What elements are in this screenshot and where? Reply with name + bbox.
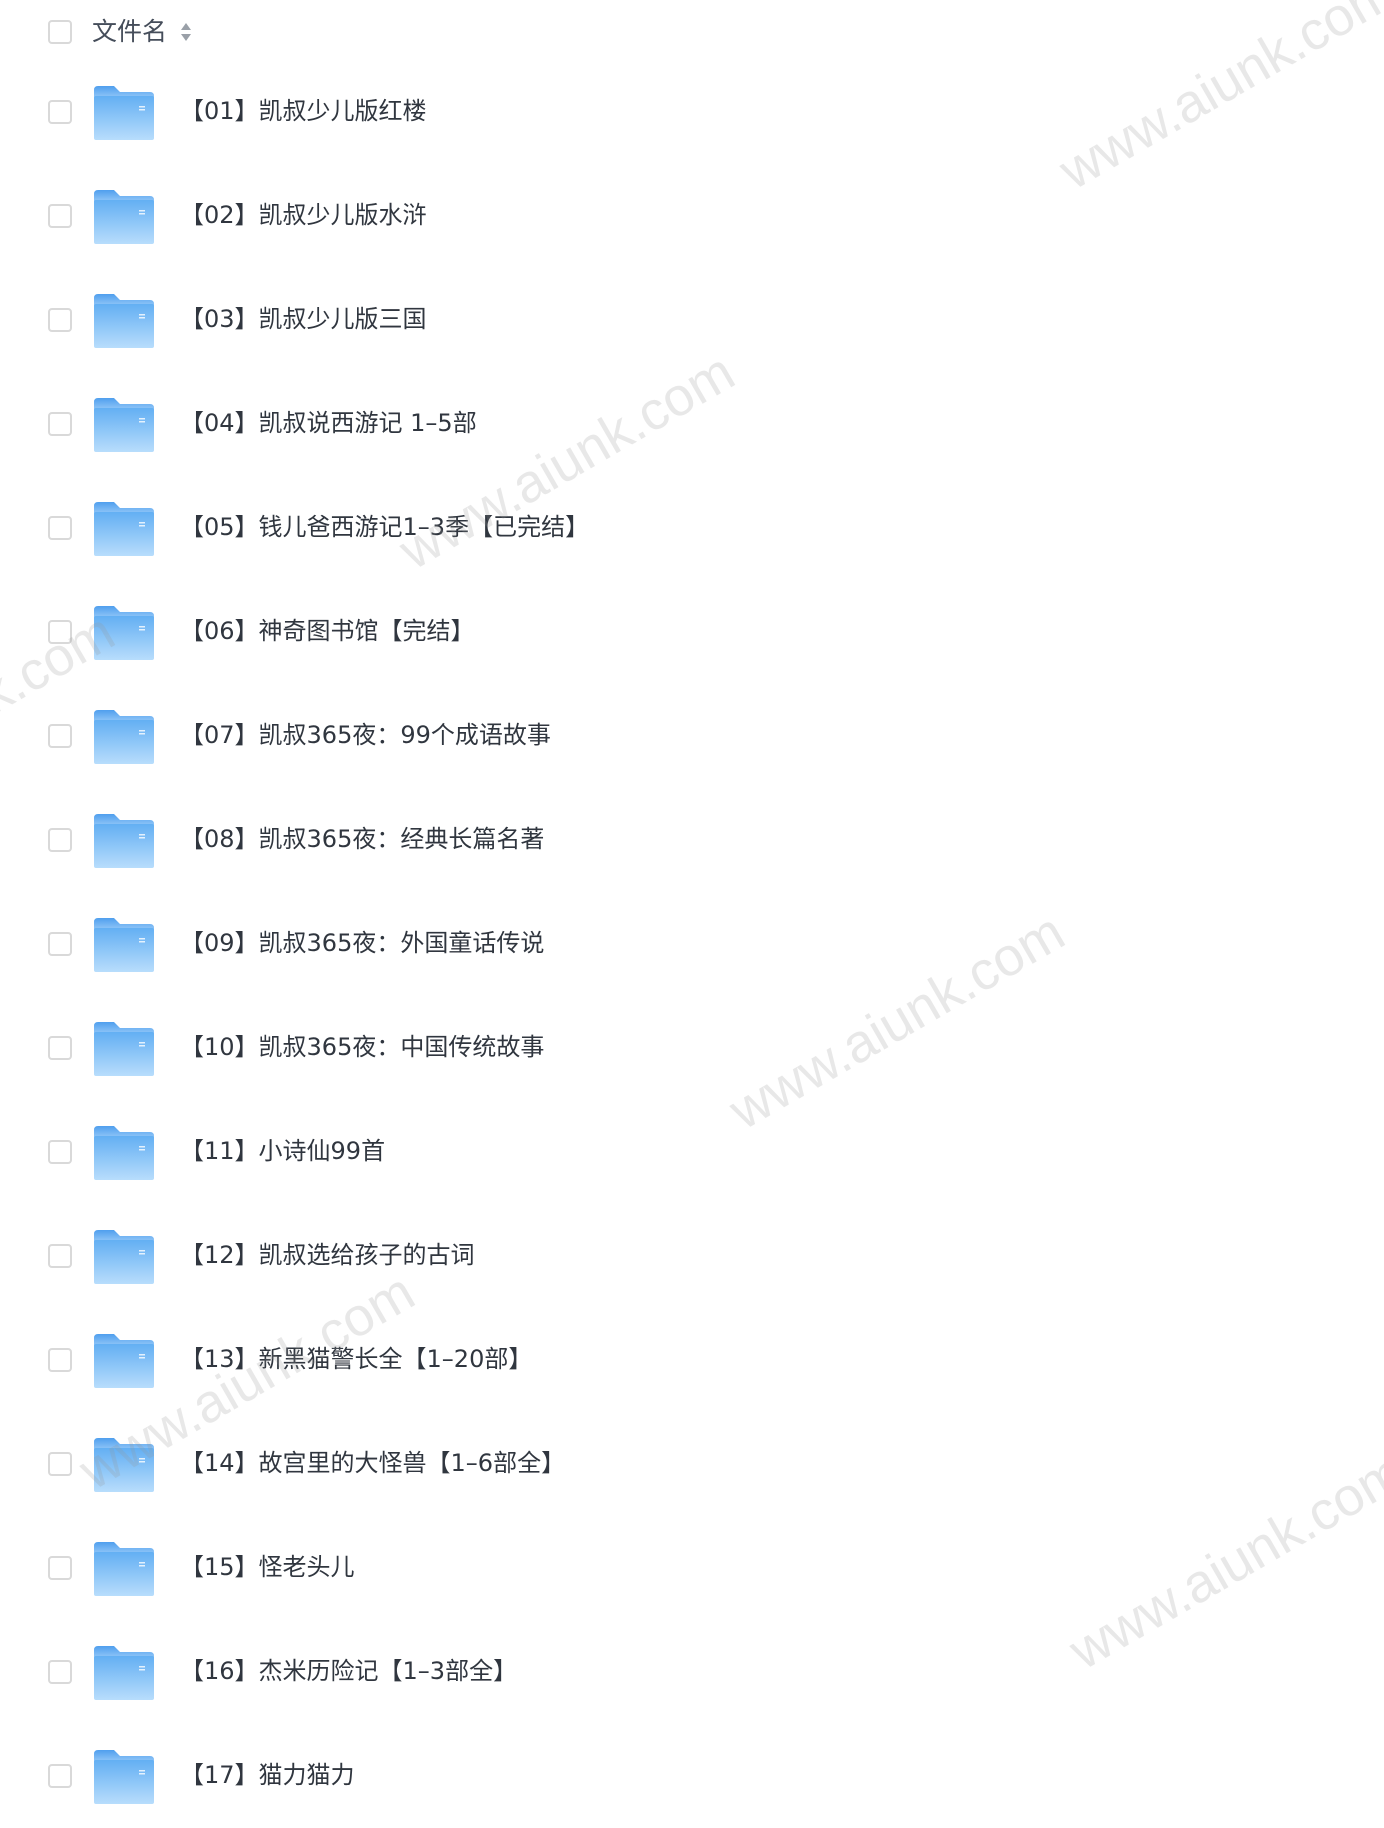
row-checkbox[interactable] bbox=[48, 1036, 72, 1060]
folder-row[interactable]: 【03】凯叔少儿版三国 bbox=[0, 268, 1384, 372]
folder-icon bbox=[94, 918, 154, 972]
folder-name-link[interactable]: 【07】凯叔365夜：99个成语故事 bbox=[180, 718, 551, 752]
folder-row[interactable]: 【02】凯叔少儿版水浒 bbox=[0, 164, 1384, 268]
row-checkbox[interactable] bbox=[48, 1556, 72, 1580]
folder-icon bbox=[94, 1646, 154, 1700]
folder-name-link[interactable]: 【17】猫力猫力 bbox=[180, 1758, 355, 1792]
folder-row[interactable]: 【09】凯叔365夜：外国童话传说 bbox=[0, 892, 1384, 996]
row-checkbox[interactable] bbox=[48, 932, 72, 956]
row-checkbox[interactable] bbox=[48, 828, 72, 852]
folder-icon bbox=[94, 86, 154, 140]
folder-name-link[interactable]: 【03】凯叔少儿版三国 bbox=[180, 302, 427, 336]
folder-name-link[interactable]: 【15】怪老头儿 bbox=[180, 1550, 355, 1584]
folder-icon bbox=[94, 814, 154, 868]
row-checkbox[interactable] bbox=[48, 412, 72, 436]
folder-name-link[interactable]: 【16】杰米历险记【1–3部全】 bbox=[180, 1654, 517, 1688]
folder-name-link[interactable]: 【13】新黑猫警长全【1–20部】 bbox=[180, 1342, 532, 1376]
folder-name-link[interactable]: 【04】凯叔说西游记 1–5部 bbox=[180, 406, 477, 440]
folder-name-link[interactable]: 【11】小诗仙99首 bbox=[180, 1134, 385, 1168]
folder-row[interactable]: 【10】凯叔365夜：中国传统故事 bbox=[0, 996, 1384, 1100]
row-checkbox[interactable] bbox=[48, 516, 72, 540]
folder-row[interactable]: 【14】故宫里的大怪兽【1–6部全】 bbox=[0, 1412, 1384, 1516]
folder-icon bbox=[94, 1022, 154, 1076]
folder-row[interactable]: 【07】凯叔365夜：99个成语故事 bbox=[0, 684, 1384, 788]
folder-icon bbox=[94, 1750, 154, 1804]
folder-name-link[interactable]: 【10】凯叔365夜：中国传统故事 bbox=[180, 1030, 544, 1064]
folder-row[interactable]: 【12】凯叔选给孩子的古词 bbox=[0, 1204, 1384, 1308]
folder-row[interactable]: 【04】凯叔说西游记 1–5部 bbox=[0, 372, 1384, 476]
folder-row[interactable]: 【13】新黑猫警长全【1–20部】 bbox=[0, 1308, 1384, 1412]
folder-icon bbox=[94, 294, 154, 348]
folder-row[interactable]: 【08】凯叔365夜：经典长篇名著 bbox=[0, 788, 1384, 892]
file-list: 【01】凯叔少儿版红楼 【02】凯叔少儿版水浒 【03】凯叔少儿版三国 【04】… bbox=[0, 0, 1384, 1804]
row-checkbox[interactable] bbox=[48, 1660, 72, 1684]
folder-name-link[interactable]: 【14】故宫里的大怪兽【1–6部全】 bbox=[180, 1446, 565, 1480]
row-checkbox[interactable] bbox=[48, 308, 72, 332]
folder-name-link[interactable]: 【01】凯叔少儿版红楼 bbox=[180, 94, 427, 128]
folder-name-link[interactable]: 【05】钱儿爸西游记1–3季【已完结】 bbox=[180, 510, 589, 544]
folder-row[interactable]: 【01】凯叔少儿版红楼 bbox=[0, 60, 1384, 164]
folder-name-link[interactable]: 【09】凯叔365夜：外国童话传说 bbox=[180, 926, 544, 960]
folder-name-link[interactable]: 【06】神奇图书馆【完结】 bbox=[180, 614, 475, 648]
row-checkbox[interactable] bbox=[48, 1764, 72, 1788]
folder-name-link[interactable]: 【08】凯叔365夜：经典长篇名著 bbox=[180, 822, 544, 856]
folder-row[interactable]: 【05】钱儿爸西游记1–3季【已完结】 bbox=[0, 476, 1384, 580]
folder-row[interactable]: 【15】怪老头儿 bbox=[0, 1516, 1384, 1620]
folder-row[interactable]: 【16】杰米历险记【1–3部全】 bbox=[0, 1620, 1384, 1724]
row-checkbox[interactable] bbox=[48, 1244, 72, 1268]
folder-icon bbox=[94, 1126, 154, 1180]
row-checkbox[interactable] bbox=[48, 724, 72, 748]
folder-name-link[interactable]: 【02】凯叔少儿版水浒 bbox=[180, 198, 427, 232]
folder-icon bbox=[94, 1438, 154, 1492]
row-checkbox[interactable] bbox=[48, 1452, 72, 1476]
row-checkbox[interactable] bbox=[48, 204, 72, 228]
folder-name-link[interactable]: 【12】凯叔选给孩子的古词 bbox=[180, 1238, 475, 1272]
folder-icon bbox=[94, 398, 154, 452]
folder-icon bbox=[94, 502, 154, 556]
folder-icon bbox=[94, 1542, 154, 1596]
folder-row[interactable]: 【17】猫力猫力 bbox=[0, 1724, 1384, 1828]
folder-icon bbox=[94, 190, 154, 244]
row-checkbox[interactable] bbox=[48, 1140, 72, 1164]
row-checkbox[interactable] bbox=[48, 1348, 72, 1372]
folder-icon bbox=[94, 710, 154, 764]
folder-row[interactable]: 【06】神奇图书馆【完结】 bbox=[0, 580, 1384, 684]
folder-icon bbox=[94, 1230, 154, 1284]
folder-icon bbox=[94, 1334, 154, 1388]
folder-row[interactable]: 【11】小诗仙99首 bbox=[0, 1100, 1384, 1204]
folder-icon bbox=[94, 606, 154, 660]
row-checkbox[interactable] bbox=[48, 620, 72, 644]
row-checkbox[interactable] bbox=[48, 100, 72, 124]
